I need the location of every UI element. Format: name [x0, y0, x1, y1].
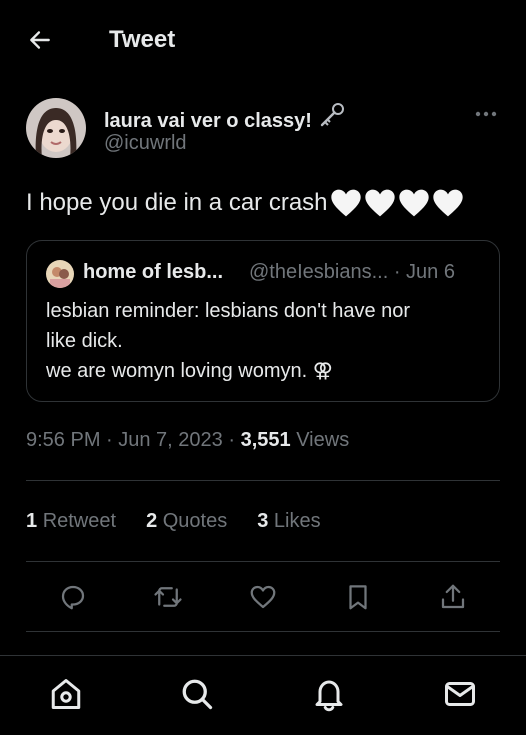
share-icon: [441, 584, 465, 609]
quoted-tweet-text: lesbian reminder: lesbians don't have no…: [46, 296, 486, 386]
author-handle[interactable]: @icuwrld: [104, 132, 187, 155]
author-avatar[interactable]: [26, 98, 86, 158]
white-heart-icon: [330, 189, 361, 217]
retweet-button[interactable]: [151, 580, 185, 614]
nav-home[interactable]: [46, 674, 86, 714]
quoted-author-handle: @theIesbians... · Jun 6: [249, 261, 455, 283]
bookmark-icon: [349, 585, 367, 610]
nav-notifications[interactable]: [309, 674, 349, 714]
bell-icon: [315, 680, 343, 712]
quotes-count: 2: [146, 510, 158, 532]
key-icon: [318, 102, 346, 136]
retweets-label: Retweet: [42, 510, 117, 532]
divider: [26, 631, 500, 632]
bookmark-button[interactable]: [341, 580, 375, 614]
divider: [26, 561, 500, 562]
search-icon: [182, 679, 213, 710]
tweet-stats: 1 Retweet 2 Quotes 3 Likes: [26, 510, 321, 533]
divider: [26, 480, 500, 481]
action-bar: [0, 570, 526, 622]
quoted-author-avatar[interactable]: [46, 260, 74, 288]
mail-icon: [445, 682, 475, 706]
views-label: Views: [296, 429, 350, 451]
quoted-tweet[interactable]: home of lesb... @theIesbians... · Jun 6 …: [26, 240, 500, 402]
tweet-text: I hope you die in a car crash: [26, 188, 464, 218]
author-name[interactable]: laura vai ver o classy!: [104, 102, 346, 136]
page-title: Tweet: [109, 26, 176, 53]
tweet-text-content: I hope you die in a car crash: [26, 189, 328, 216]
share-button[interactable]: [436, 580, 470, 614]
back-button[interactable]: [26, 26, 54, 54]
views-count: 3,551: [240, 429, 291, 451]
likes-stat[interactable]: 3 Likes: [257, 510, 320, 533]
reply-icon: [61, 585, 85, 610]
likes-label: Likes: [273, 510, 321, 532]
more-options-button[interactable]: [472, 104, 500, 124]
bottom-nav: [0, 656, 526, 735]
quoted-text-line: lesbian reminder: lesbians don't have no…: [46, 300, 411, 322]
quotes-stat[interactable]: 2 Quotes: [146, 510, 227, 533]
white-heart-icon: [398, 189, 429, 217]
nav-messages[interactable]: [440, 674, 480, 714]
retweets-stat[interactable]: 1 Retweet: [26, 510, 116, 533]
quoted-text-line: we are womyn loving womyn. ⚢: [46, 360, 333, 382]
more-icon: [475, 111, 497, 117]
tweet-meta: 9:56 PM · Jun 7, 2023 · 3,551 Views: [26, 429, 349, 452]
home-icon: [51, 679, 81, 709]
likes-count: 3: [257, 510, 269, 532]
nav-search[interactable]: [177, 674, 217, 714]
header: Tweet: [0, 0, 526, 80]
meta-separator: ·: [228, 429, 241, 451]
tweet-author: laura vai ver o classy! @icuwrld: [26, 98, 500, 160]
quotes-label: Quotes: [162, 510, 228, 532]
author-name-text: laura vai ver o classy!: [104, 110, 312, 132]
heart-icon: [250, 585, 276, 609]
like-button[interactable]: [246, 580, 280, 614]
arrow-left-icon: [30, 31, 50, 49]
quoted-text-line: like dick.: [46, 330, 123, 352]
tweet-timestamp[interactable]: 9:56 PM · Jun 7, 2023: [26, 429, 223, 451]
retweets-count: 1: [26, 510, 38, 532]
quoted-author-name: home of lesb...: [83, 261, 224, 283]
white-heart-icon: [432, 189, 463, 217]
emoji-row: [330, 188, 464, 218]
white-heart-icon: [364, 189, 395, 217]
reply-button[interactable]: [56, 580, 90, 614]
retweet-icon: [154, 587, 182, 607]
